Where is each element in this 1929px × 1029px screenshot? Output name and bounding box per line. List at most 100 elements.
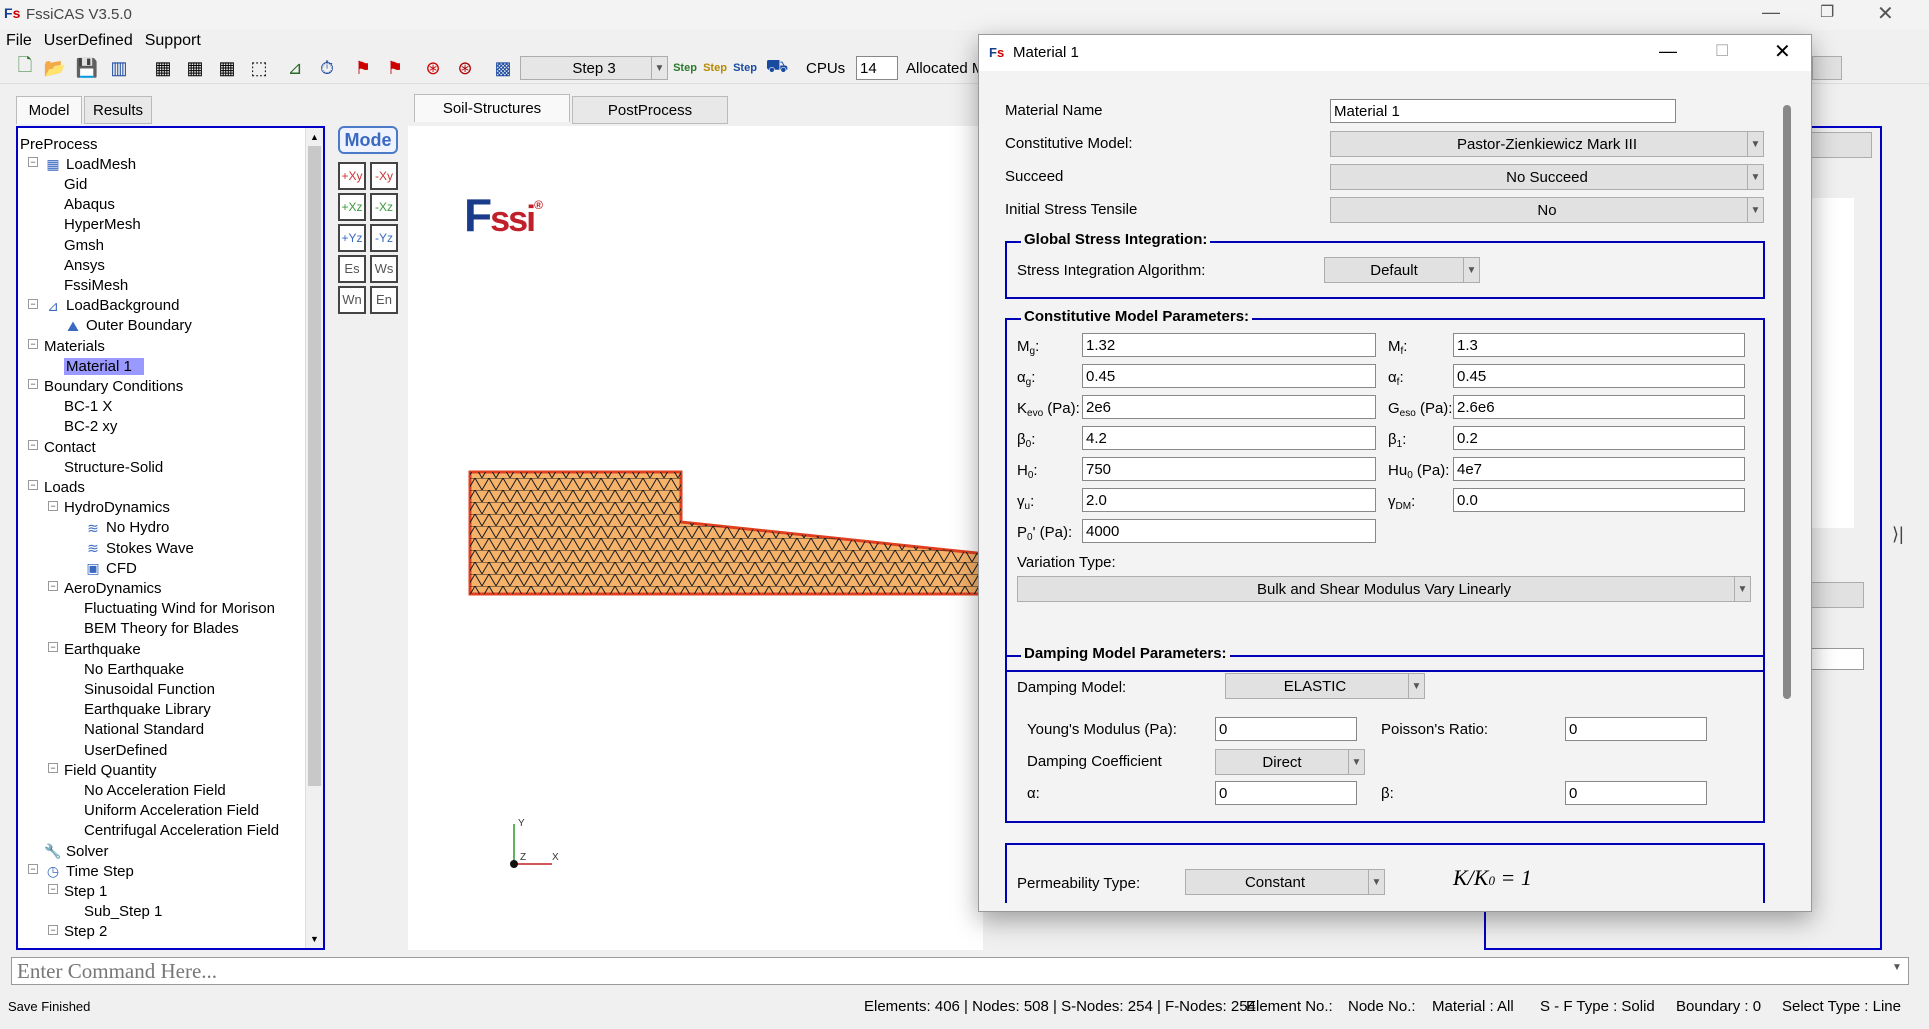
alpha-input[interactable]: 0 [1215, 781, 1357, 805]
tree-item[interactable]: Material 1 [64, 356, 144, 376]
tab-soil-structures[interactable]: Soil-Structures [414, 94, 570, 122]
load-icon[interactable]: ⊛ [420, 56, 446, 80]
step-pause-icon[interactable]: Step [700, 56, 730, 80]
view-es-icon[interactable]: Es [338, 255, 366, 283]
view-ws-icon[interactable]: Ws [370, 255, 398, 283]
view-minus-xy-icon[interactable]: -Xy [370, 162, 398, 190]
new-file-icon[interactable]: 🗋 [12, 55, 38, 80]
tree-item[interactable]: FssiMesh [64, 275, 128, 295]
young-input[interactable]: 0 [1215, 717, 1357, 741]
mesh-icon[interactable]: ⬚ [246, 56, 272, 80]
hu0-input[interactable]: 4e7 [1453, 457, 1745, 481]
load2-icon[interactable]: ⊛ [452, 56, 478, 80]
dialog-scrollbar[interactable] [1783, 105, 1791, 699]
bc-icon[interactable]: ⚑ [350, 56, 376, 80]
damp-coef-select[interactable]: Direct ▼ [1215, 749, 1365, 775]
constitutive-select[interactable]: Pastor-Zienkiewicz Mark III ▼ [1330, 131, 1764, 157]
export-icon[interactable]: ▥ [106, 56, 132, 80]
yu-input[interactable]: 2.0 [1082, 488, 1376, 512]
tree-item[interactable]: No Acceleration Field [84, 780, 226, 800]
right-panel-button[interactable] [1808, 132, 1872, 158]
command-dropdown-icon[interactable]: ▼ [1892, 962, 1902, 973]
step-next-icon[interactable]: Step [730, 56, 760, 80]
minimize-icon[interactable]: — [1762, 2, 1780, 23]
menu-support[interactable]: Support [145, 32, 201, 50]
right-panel-input[interactable] [1808, 648, 1864, 670]
mode-button[interactable]: Mode [338, 126, 398, 154]
expand-icon[interactable]: − [48, 924, 58, 935]
tree-item[interactable]: BC-1 X [64, 397, 112, 417]
tree-item[interactable]: − Earthquake [48, 639, 141, 659]
tree-item[interactable]: No Earthquake [84, 659, 184, 679]
tree-item[interactable]: UserDefined [84, 740, 167, 760]
tree-item[interactable]: ≋ No Hydro [84, 518, 169, 538]
tree-item[interactable]: Abaqus [64, 195, 115, 215]
save-icon[interactable]: 💾 [74, 56, 100, 80]
restore-icon[interactable]: ❐ [1820, 2, 1834, 22]
tree-item[interactable]: Earthquake Library [84, 700, 211, 720]
expand-icon[interactable]: − [28, 440, 38, 450]
tree-item[interactable]: Sinusoidal Function [84, 679, 215, 699]
tab-postprocess[interactable]: PostProcess [572, 96, 728, 124]
menu-userdefined[interactable]: UserDefined [44, 32, 133, 50]
dialog-close-icon[interactable]: ✕ [1774, 39, 1791, 64]
perm-select[interactable]: Constant ▼ [1185, 869, 1385, 895]
tree-item[interactable]: − ⊿ LoadBackground [28, 296, 179, 316]
mg-input[interactable]: 1.32 [1082, 333, 1376, 357]
cpus-input[interactable]: 14 [856, 56, 898, 80]
tree-item[interactable]: 🔧 Solver [44, 841, 108, 861]
grid-icon[interactable]: ▦ [150, 56, 176, 80]
tree-item[interactable]: − Contact [28, 437, 96, 457]
model-canvas[interactable]: Fssi® Y X Z [408, 126, 988, 950]
tree-item[interactable]: BEM Theory for Blades [84, 619, 239, 639]
tree-item[interactable]: − Loads [28, 477, 85, 497]
run-icon[interactable]: ⛟ [764, 56, 790, 80]
view-en-icon[interactable]: En [370, 286, 398, 314]
geso-input[interactable]: 2.6e6 [1453, 395, 1745, 419]
material-name-input[interactable]: Material 1 [1330, 99, 1676, 123]
tree-item[interactable]: Fluctuating Wind for Morison [84, 599, 275, 619]
tree-item[interactable]: PreProcess [20, 134, 98, 154]
variation-select[interactable]: Bulk and Shear Modulus Vary Linearly ▼ [1017, 576, 1751, 602]
tree-item[interactable]: − HydroDynamics [48, 498, 170, 518]
dialog-minimize-icon[interactable]: — [1659, 41, 1677, 62]
b1-input[interactable]: 0.2 [1453, 426, 1745, 450]
tree-item[interactable]: ≋ Stokes Wave [84, 538, 194, 558]
tree-item[interactable]: − Boundary Conditions [28, 376, 183, 396]
expand-icon[interactable]: − [28, 157, 38, 168]
tree-item[interactable]: Uniform Acceleration Field [84, 801, 259, 821]
tree-item[interactable]: − Field Quantity [48, 760, 157, 780]
right-panel-field[interactable] [1808, 582, 1864, 608]
palette-icon[interactable]: ▩ [490, 56, 516, 80]
tree-item[interactable]: Structure-Solid [64, 457, 163, 477]
tree-item[interactable]: − AeroDynamics [48, 578, 162, 598]
initial-stress-select[interactable]: No ▼ [1330, 197, 1764, 223]
tree-item[interactable]: ⛰ Outer Boundary [64, 316, 192, 336]
expand-icon[interactable]: − [28, 298, 38, 309]
tree-item[interactable]: − Step 1 [48, 881, 107, 901]
menu-file[interactable]: File [6, 32, 32, 50]
expand-icon[interactable]: − [48, 763, 58, 774]
stress-alg-select[interactable]: Default ▼ [1324, 257, 1480, 283]
tree-item[interactable]: − Step 2 [48, 922, 107, 942]
command-input[interactable]: Enter Command Here... [11, 957, 1909, 985]
tree-item[interactable]: Centrifugal Acceleration Field [84, 821, 279, 841]
expand-icon[interactable]: − [48, 500, 58, 511]
expand-icon[interactable]: − [48, 642, 58, 652]
ydm-input[interactable]: 0.0 [1453, 488, 1745, 512]
collapse-panel-icon[interactable]: ⟩| [1892, 524, 1904, 545]
step-run-icon[interactable]: Step [670, 56, 700, 80]
expand-icon[interactable]: − [28, 480, 38, 491]
tree-item[interactable]: ▣ CFD [84, 558, 136, 578]
view-plus-yz-icon[interactable]: +Yz [338, 224, 366, 252]
succeed-select[interactable]: No Succeed ▼ [1330, 164, 1764, 190]
ag-input[interactable]: 0.45 [1082, 364, 1376, 388]
af-input[interactable]: 0.45 [1453, 364, 1745, 388]
tree-item[interactable]: − ▦ LoadMesh [28, 154, 136, 174]
tree-scrollbar[interactable]: ▲ ▼ [305, 128, 323, 948]
expand-icon[interactable]: − [48, 884, 58, 895]
expand-icon[interactable]: − [28, 379, 38, 390]
close-icon[interactable]: ✕ [1877, 1, 1894, 26]
timestep-icon[interactable]: ⏱ [314, 56, 340, 80]
kevo-input[interactable]: 2e6 [1082, 395, 1376, 419]
